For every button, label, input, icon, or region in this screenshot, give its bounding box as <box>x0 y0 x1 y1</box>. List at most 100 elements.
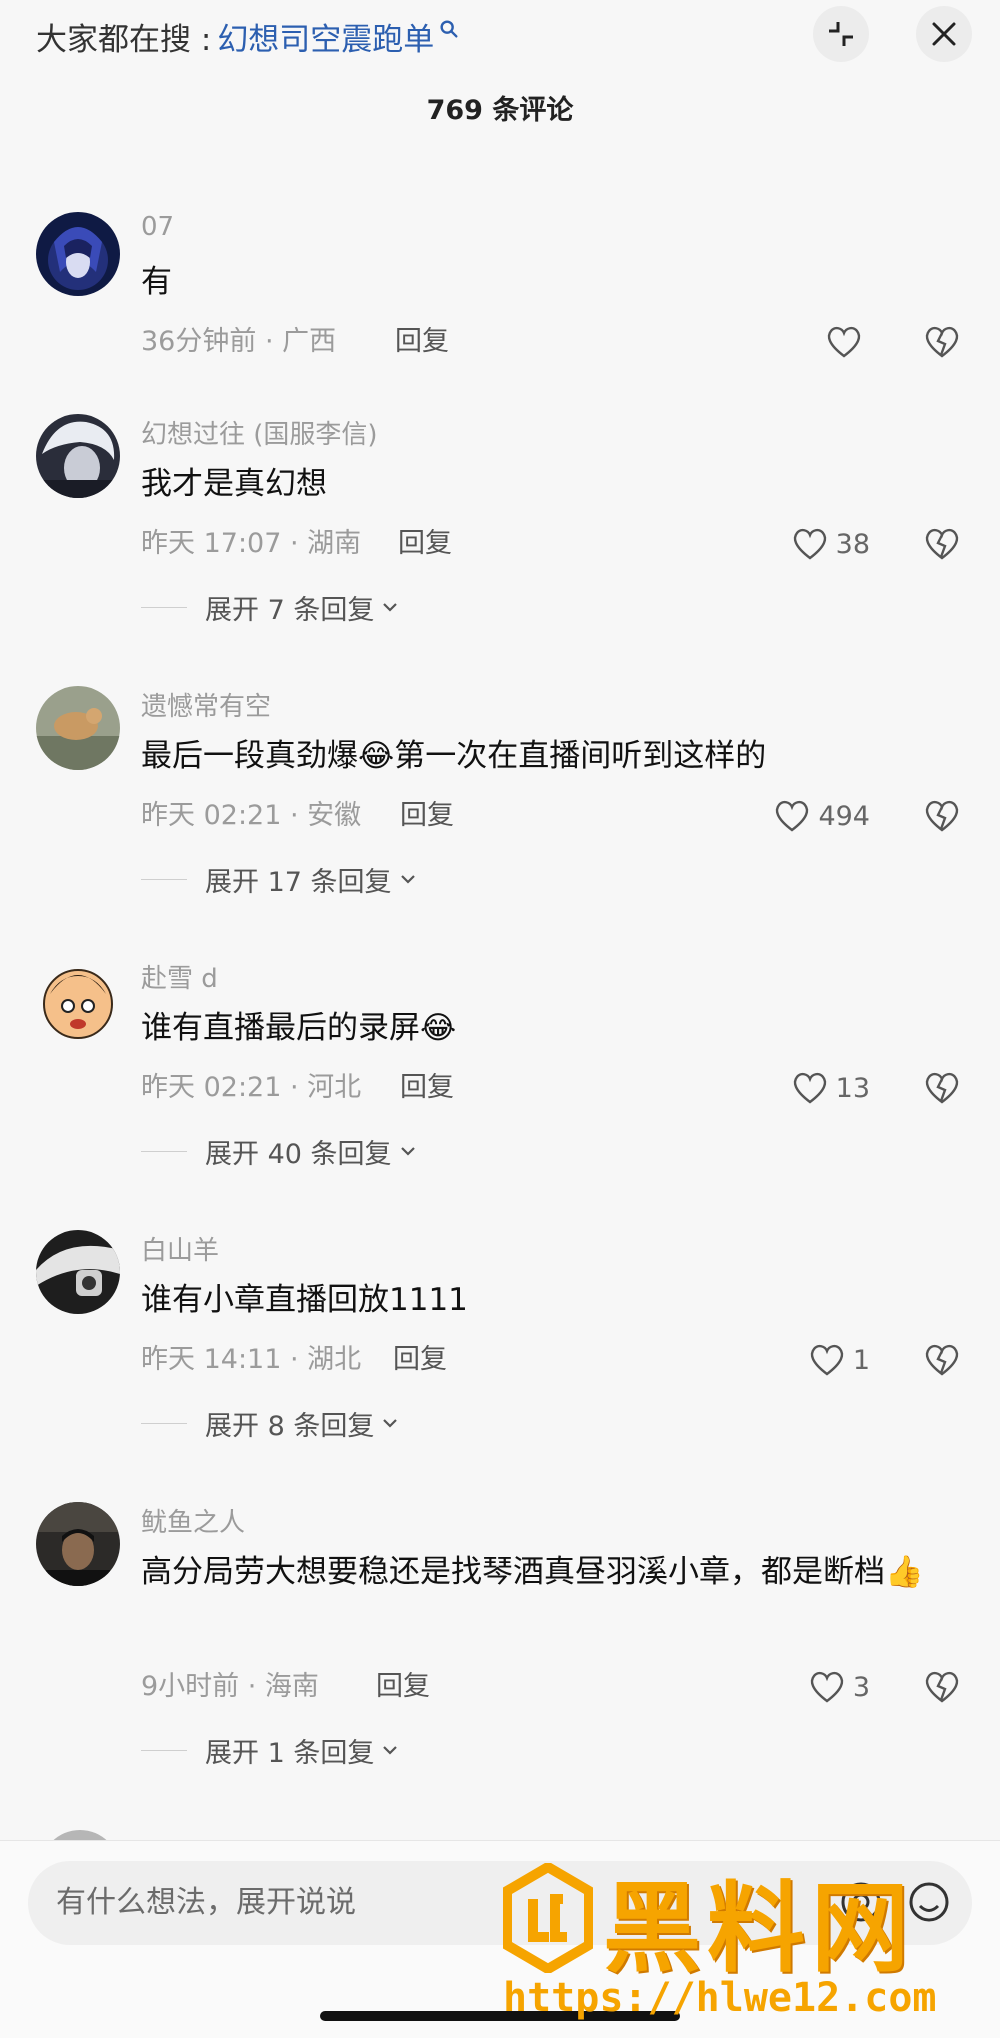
comment-text: 有 <box>141 264 172 300</box>
comment-time-location: 昨天 14:11 · 湖北 <box>141 1344 362 1375</box>
reply-button[interactable]: 回复 <box>393 1340 447 1380</box>
comment-username[interactable]: 鱿鱼之人 <box>141 1502 245 1539</box>
expand-replies-button[interactable]: 展开 17 条回复 <box>141 859 418 899</box>
comment-username[interactable]: 白山羊 <box>141 1230 219 1267</box>
watermark-url: https://hlwe12.com <box>503 1975 937 2021</box>
broken-heart-icon <box>925 1072 959 1104</box>
expand-replies-button[interactable]: 展开 40 条回复 <box>141 1131 418 1171</box>
dislike-button[interactable] <box>920 320 964 364</box>
avatar[interactable] <box>36 414 120 498</box>
comment-text: 谁有直播最后的录屏😂 <box>141 1010 457 1046</box>
comment-username[interactable]: 赴雪 d <box>141 958 218 995</box>
top-bar: 大家都在搜 : 幻想司空震跑单 <box>0 0 1000 80</box>
comment-input-placeholder: 有什么想法，展开说说 <box>56 1885 356 1920</box>
reply-button[interactable]: 回复 <box>400 1068 454 1108</box>
heart-icon <box>827 326 861 358</box>
chevron-down-icon <box>400 1147 415 1156</box>
divider-line <box>141 606 187 608</box>
expand-replies-label: 展开 8 条回复 <box>205 1410 375 1442</box>
comment-text: 我才是真幻想 <box>141 466 327 502</box>
collapse-button[interactable] <box>813 6 869 62</box>
watermark: 黑料网 https://hlwe12.com <box>495 1855 985 2025</box>
heart-icon <box>776 800 809 832</box>
comment-item: 白山羊 谁有小章直播回放1111 昨天 14:11 · 湖北 回复 1 展开 8… <box>0 1230 1000 1470</box>
like-count: 38 <box>835 528 870 560</box>
comment-time-location: 昨天 02:21 · 安徽 <box>141 800 362 831</box>
expand-replies-button[interactable]: 展开 7 条回复 <box>141 587 400 627</box>
heart-icon <box>810 1671 843 1703</box>
dislike-button[interactable] <box>920 1338 964 1382</box>
dislike-button[interactable] <box>920 1066 964 1110</box>
watermark-logo-icon <box>503 1863 593 1973</box>
like-count: 1 <box>852 1344 870 1376</box>
expand-replies-label: 展开 1 条回复 <box>205 1737 375 1769</box>
heart-icon <box>810 1344 843 1376</box>
comment-username[interactable]: 幻想过往 (国服李信) <box>141 414 378 451</box>
like-button[interactable]: 494 <box>740 794 870 838</box>
search-suggestion-prefix: 大家都在搜 : <box>36 21 212 58</box>
dislike-button[interactable] <box>920 522 964 566</box>
broken-heart-icon <box>925 800 959 832</box>
like-button[interactable]: 1 <box>790 1338 870 1382</box>
search-suggestion[interactable]: 大家都在搜 : 幻想司空震跑单 <box>36 14 460 58</box>
dislike-button[interactable] <box>920 1665 964 1709</box>
expand-replies-button[interactable]: 展开 8 条回复 <box>141 1403 400 1443</box>
chevron-down-icon <box>383 1419 398 1428</box>
comment-time-location: 36分钟前 · 广西 <box>141 326 337 357</box>
comment-item: 遗憾常有空 最后一段真劲爆😂第一次在直播间听到这样的 昨天 02:21 · 安徽… <box>0 686 1000 926</box>
avatar[interactable] <box>36 212 120 296</box>
divider-line <box>141 1422 187 1424</box>
comment-text: 高分局劳大想要稳还是找琴酒真昼羽溪小章，都是断档👍 <box>141 1554 924 1590</box>
comment-username[interactable]: 07 <box>141 212 174 242</box>
comment-time-location: 9小时前 · 海南 <box>141 1671 319 1702</box>
expand-replies-button[interactable]: 展开 1 条回复 <box>141 1730 400 1770</box>
avatar[interactable] <box>36 1502 120 1586</box>
dislike-button[interactable] <box>920 794 964 838</box>
comment-time-location: 昨天 02:21 · 河北 <box>141 1072 362 1103</box>
expand-replies-label: 展开 17 条回复 <box>205 866 392 898</box>
avatar[interactable] <box>36 1230 120 1314</box>
like-count: 494 <box>818 800 870 832</box>
chevron-down-icon <box>400 875 415 884</box>
like-button[interactable] <box>800 320 870 364</box>
expand-replies-label: 展开 7 条回复 <box>205 594 375 626</box>
comment-text: 谁有小章直播回放1111 <box>141 1282 468 1318</box>
like-button[interactable]: 13 <box>770 1066 870 1110</box>
close-icon <box>932 22 956 46</box>
broken-heart-icon <box>925 528 959 560</box>
comment-count: 769 条评论 <box>426 95 574 126</box>
broken-heart-icon <box>925 1671 959 1703</box>
chevron-down-icon <box>383 603 398 612</box>
heart-icon <box>793 528 826 560</box>
reply-button[interactable]: 回复 <box>376 1667 430 1707</box>
divider-line <box>141 1150 187 1152</box>
like-button[interactable]: 3 <box>790 1665 870 1709</box>
divider-line <box>141 878 187 880</box>
broken-heart-icon <box>925 1344 959 1376</box>
divider-line <box>141 1749 187 1751</box>
watermark-title: 黑料网 <box>603 1872 916 1986</box>
comment-username[interactable]: 遗憾常有空 <box>141 686 271 723</box>
avatar[interactable] <box>36 686 120 770</box>
comment-text: 最后一段真劲爆😂第一次在直播间听到这样的 <box>141 738 767 774</box>
collapse-icon <box>829 22 853 46</box>
broken-heart-icon <box>925 326 959 358</box>
reply-button[interactable]: 回复 <box>395 322 449 362</box>
reply-button[interactable]: 回复 <box>398 524 452 564</box>
search-icon <box>440 20 458 38</box>
chevron-down-icon <box>383 1746 398 1755</box>
expand-replies-label: 展开 40 条回复 <box>205 1138 392 1170</box>
like-count: 3 <box>852 1671 870 1703</box>
close-button[interactable] <box>916 6 972 62</box>
comment-item: 赴雪 d 谁有直播最后的录屏😂 昨天 02:21 · 河北 回复 13 展开 4… <box>0 958 1000 1198</box>
avatar[interactable] <box>36 958 120 1042</box>
like-button[interactable]: 38 <box>760 522 870 566</box>
comment-item: 幻想过往 (国服李信) 我才是真幻想 昨天 17:07 · 湖南 回复 38 展… <box>0 414 1000 654</box>
like-count: 13 <box>835 1072 870 1104</box>
comment-item: 07 有 36分钟前 · 广西 回复 <box>0 212 1000 382</box>
search-suggestion-keyword[interactable]: 幻想司空震跑单 <box>217 14 434 59</box>
comment-item: 鱿鱼之人 高分局劳大想要稳还是找琴酒真昼羽溪小章，都是断档👍 9小时前 · 海南… <box>0 1502 1000 1802</box>
comment-time-location: 昨天 17:07 · 湖南 <box>141 528 362 559</box>
heart-icon <box>793 1072 826 1104</box>
reply-button[interactable]: 回复 <box>400 796 454 836</box>
